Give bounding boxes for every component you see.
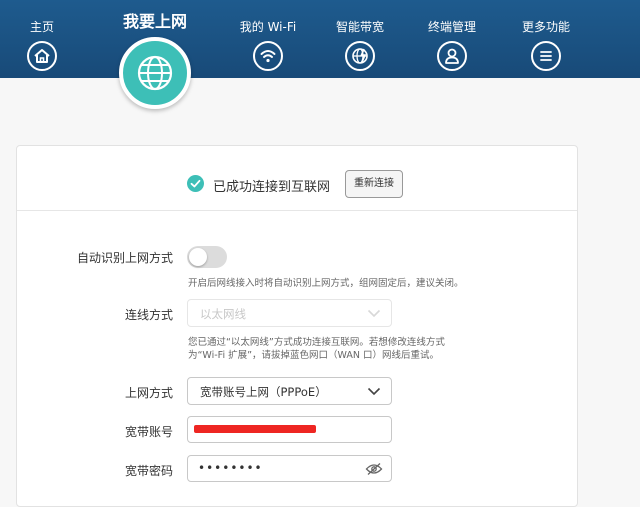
connection-status-text: 已成功连接到互联网 — [213, 180, 331, 195]
auto-detect-label: 自动识别上网方式 — [76, 251, 173, 265]
connection-mode-hint-line1: 您已通过“以太网线”方式成功连接互联网。若想修改连线方式 — [188, 337, 445, 348]
nav-item-internet-active[interactable] — [119, 37, 191, 109]
auto-detect-hint: 开启后网线接入时将自动识别上网方式，组网固定后，建议关闭。 — [188, 278, 464, 289]
reconnect-button[interactable]: 重新连接 — [345, 170, 403, 198]
nav-item-wifi[interactable]: 我的 Wi-Fi — [236, 0, 300, 71]
wifi-icon — [253, 41, 283, 71]
internet-mode-value: 宽带账号上网（PPPoE） — [200, 385, 327, 399]
nav-item-devices[interactable]: 终端管理 — [420, 0, 484, 71]
nav-label: 智能带宽 — [335, 20, 384, 34]
connection-mode-label: 连线方式 — [124, 308, 173, 322]
password-label: 宽带密码 — [124, 464, 173, 478]
chevron-down-icon — [367, 309, 381, 318]
nav-label: 终端管理 — [427, 20, 476, 34]
internet-mode-select[interactable]: 宽带账号上网（PPPoE） — [187, 377, 392, 405]
menu-icon — [531, 41, 561, 71]
nav-label: 主页 — [29, 20, 54, 34]
auto-detect-toggle[interactable] — [187, 246, 227, 268]
nav-label: 我的 Wi-Fi — [239, 20, 297, 34]
user-icon — [437, 41, 467, 71]
connection-mode-value: 以太网线 — [200, 307, 246, 321]
account-label: 宽带账号 — [124, 425, 173, 439]
nav-item-home[interactable]: 主页 — [18, 0, 66, 71]
redacted-account-value — [194, 425, 316, 433]
home-icon — [27, 41, 57, 71]
toggle-knob — [189, 248, 207, 266]
nav-item-bandwidth[interactable]: 智能带宽 — [330, 0, 390, 71]
connection-mode-select: 以太网线 — [187, 299, 392, 327]
account-input[interactable] — [187, 416, 392, 443]
check-icon — [187, 175, 204, 192]
nav-item-internet-label[interactable]: 我要上网 — [123, 8, 187, 32]
connection-mode-hint-line2: 为“Wi-Fi 扩展”，请拔掉蓝色网口（WAN 口）网线后重试。 — [188, 350, 440, 361]
top-nav-bar: 主页 我的 Wi-Fi 智能带宽 终端管理 更多功能 我要上网 — [0, 0, 640, 78]
connection-status-row: 已成功连接到互联网 重新连接 — [17, 146, 577, 211]
bandwidth-icon — [345, 41, 375, 71]
password-input[interactable]: •••••••• — [187, 455, 392, 482]
internet-mode-label: 上网方式 — [124, 386, 173, 400]
chevron-down-icon — [367, 387, 381, 396]
nav-label: 更多功能 — [521, 20, 570, 34]
globe-icon — [137, 55, 173, 91]
eye-icon[interactable] — [365, 462, 383, 476]
nav-item-more[interactable]: 更多功能 — [514, 0, 578, 71]
password-value: •••••••• — [198, 461, 263, 475]
internet-settings-card: 已成功连接到互联网 重新连接 自动识别上网方式 开启后网线接入时将自动识别上网方… — [16, 145, 578, 507]
